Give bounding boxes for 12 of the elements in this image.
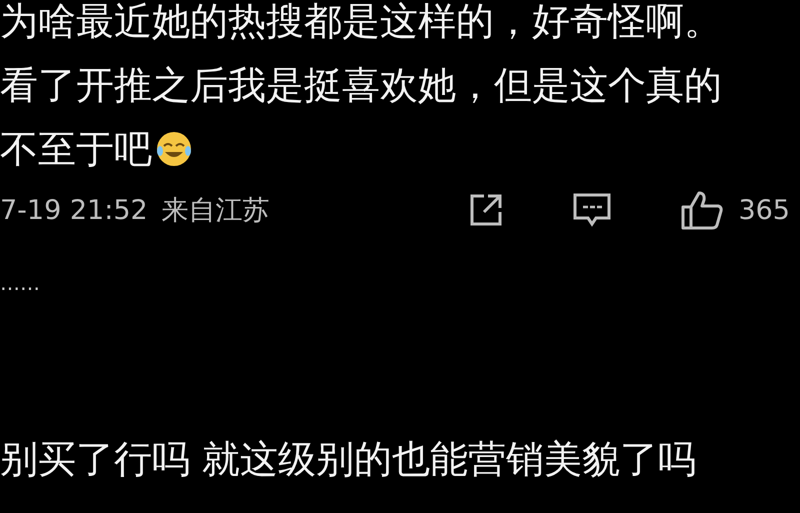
comment-icon[interactable]: [572, 192, 612, 228]
thumbs-up-icon[interactable]: [680, 190, 724, 230]
comment-text: 为啥最近她的热搜都是这样的，好奇怪啊。: [0, 0, 722, 45]
post-time: 7-19 21:52: [0, 194, 148, 226]
comment-text: 看了开推之后我是挺喜欢她，但是这个真的: [0, 62, 722, 109]
laughing-emoji-icon: [154, 129, 194, 169]
like-count: 365: [738, 194, 790, 226]
post-location: 来自江苏: [162, 194, 270, 228]
comment-text: 不至于吧: [0, 126, 152, 173]
reply-text: 别买了行吗 就这级别的也能营销美貌了吗: [0, 437, 696, 481]
reply-preview-text: ……: [0, 271, 40, 295]
share-icon[interactable]: [468, 192, 504, 228]
